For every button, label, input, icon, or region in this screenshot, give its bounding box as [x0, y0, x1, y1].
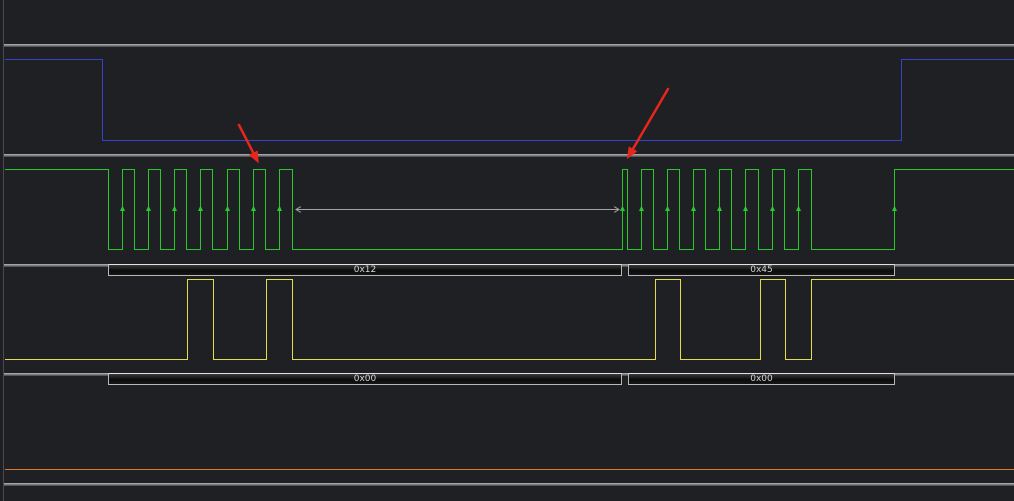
rising-edge-marker [639, 205, 644, 211]
rising-edge-marker [172, 205, 177, 211]
rising-edge-marker [743, 205, 748, 211]
rising-edge-marker [198, 205, 203, 211]
decoded-byte-bar[interactable]: 0x45 [628, 264, 895, 276]
rising-edge-marker [796, 205, 801, 211]
decoded-byte-bar[interactable]: 0x00 [628, 373, 895, 385]
rising-edge-markers [120, 205, 897, 211]
rising-edge-marker [717, 205, 722, 211]
channel-0-waveform [5, 59, 1014, 141]
rising-edge-marker [892, 205, 897, 211]
channel-2-waveform [5, 279, 1014, 360]
annotation-arrow [237, 123, 259, 164]
rising-edge-marker [120, 205, 125, 211]
decoded-byte-bar[interactable]: 0x00 [108, 373, 622, 385]
annotation-arrow [626, 87, 670, 160]
rising-edge-marker [277, 205, 282, 211]
rising-edge-marker [251, 205, 256, 211]
decoded-byte-bar[interactable]: 0x12 [108, 264, 622, 276]
rising-edge-marker [225, 205, 230, 211]
waveform-view[interactable]: 0x12 0x45 0x00 0x00 [0, 0, 1014, 501]
rising-edge-marker [146, 205, 151, 211]
waveform-canvas [5, 59, 1014, 470]
rising-edge-marker [620, 205, 625, 211]
rising-edge-marker [770, 205, 775, 211]
rising-edge-marker [691, 205, 696, 211]
rising-edge-marker [665, 205, 670, 211]
